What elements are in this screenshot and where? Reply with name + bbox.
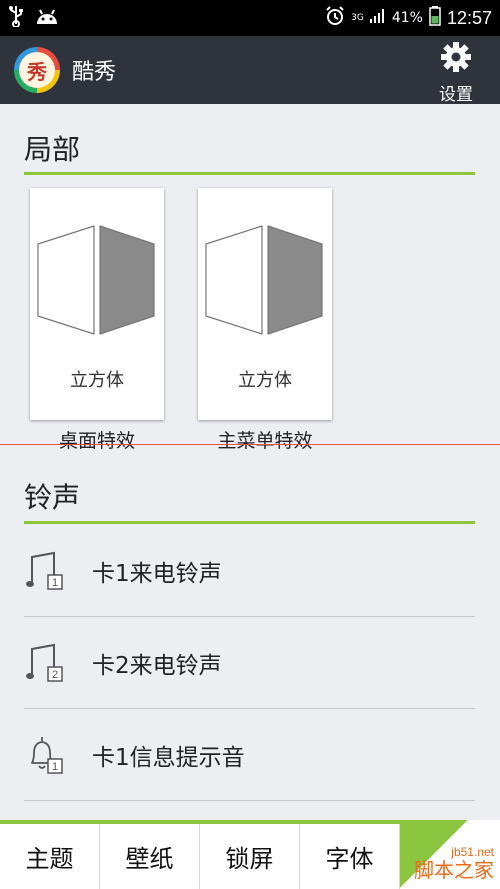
settings-label: 设置 [439, 85, 473, 105]
ringtone-item-sim1-call[interactable]: 1 卡1来电铃声 [24, 525, 475, 617]
ringtone-item-sim2-call[interactable]: 2 卡2来电铃声 [24, 617, 475, 709]
section-title-local: 局部 [24, 133, 81, 166]
gear-icon [439, 40, 473, 78]
android-icon [34, 7, 60, 29]
svg-text:2: 2 [52, 669, 58, 681]
effect-card-menu[interactable]: 立方体 [198, 188, 332, 420]
svg-text:1: 1 [52, 761, 58, 773]
tab-font[interactable]: 字体 [300, 824, 400, 889]
tab-theme[interactable]: 主题 [0, 824, 100, 889]
card-label-desktop: 桌面特效 [58, 430, 135, 452]
guide-line [0, 444, 500, 445]
effect-card-desktop[interactable]: 立方体 [30, 188, 164, 420]
ringtone-label: 卡2来电铃声 [92, 652, 222, 679]
network-type: 3G [351, 13, 364, 23]
cube-effect-icon [37, 225, 155, 335]
svg-text:1: 1 [52, 577, 58, 589]
battery-icon [429, 6, 441, 30]
tab-wallpaper[interactable]: 壁纸 [100, 824, 200, 889]
cube-effect-icon [205, 225, 323, 335]
section-divider [24, 521, 475, 524]
usb-icon [8, 5, 24, 31]
card-label-menu: 主菜单特效 [217, 430, 313, 452]
settings-button[interactable]: 设置 [426, 40, 486, 105]
ringtone-label: 卡1来电铃声 [92, 560, 222, 587]
status-bar: 3G 41% 12:57 [0, 0, 500, 36]
card-caption: 立方体 [70, 370, 124, 391]
ringtone-label: 卡1信息提示音 [92, 744, 245, 771]
watermark-name: 脚本之家 [414, 858, 494, 882]
app-logo[interactable]: 秀 [14, 47, 60, 93]
alarm-icon [325, 6, 345, 30]
music-note-sim2-icon: 2 [26, 643, 63, 682]
tab-lockscreen[interactable]: 锁屏 [200, 824, 300, 889]
music-note-sim1-icon: 1 [26, 551, 63, 590]
watermark: jb51.net 脚本之家 [400, 820, 500, 889]
app-title: 酷秀 [72, 60, 117, 85]
bell-sim1-icon: 1 [31, 736, 63, 774]
section-title-ringtone: 铃声 [24, 481, 81, 514]
ringtone-item-sim1-message[interactable]: 1 卡1信息提示音 [24, 709, 475, 801]
app-bar: 秀 酷秀 设置 [0, 36, 500, 105]
card-caption: 立方体 [238, 370, 292, 391]
signal-icon [369, 9, 386, 27]
section-divider [24, 172, 475, 175]
logo-char: 秀 [19, 52, 55, 88]
clock: 12:57 [446, 7, 492, 28]
battery-percent: 41% [391, 10, 423, 26]
